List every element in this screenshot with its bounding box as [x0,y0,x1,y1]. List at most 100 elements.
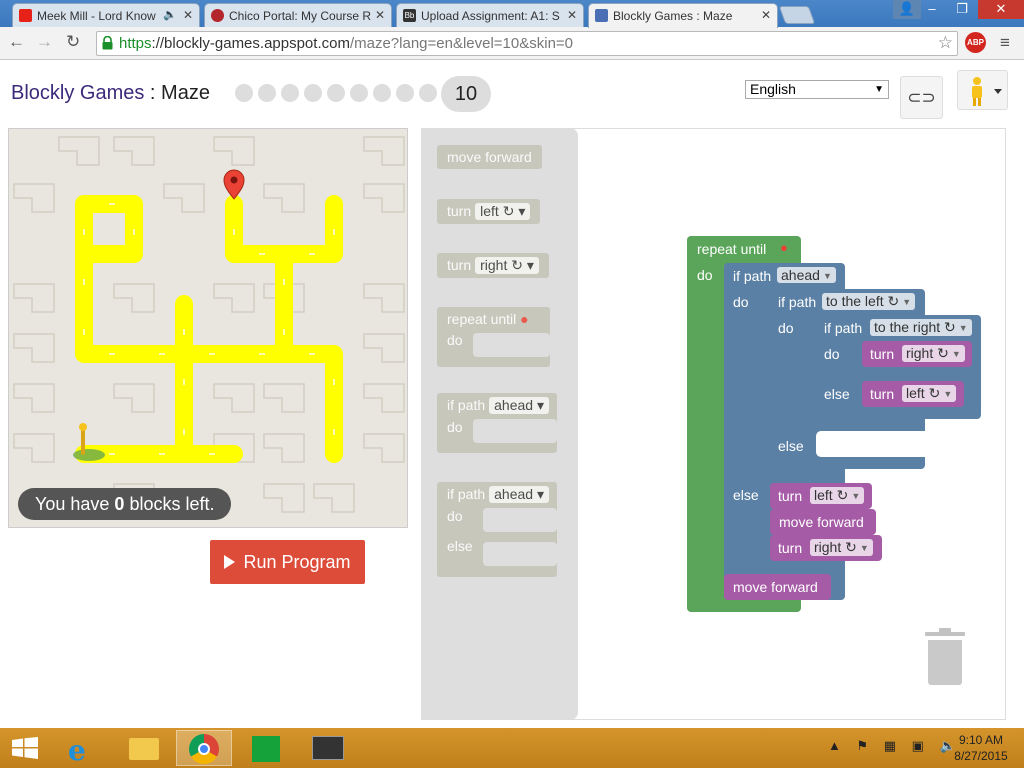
block-label: move forward [447,149,532,165]
adblock-icon[interactable]: ABP [965,32,986,53]
close-icon[interactable]: ✕ [183,8,193,22]
close-icon[interactable]: ✕ [375,8,385,22]
language-value: English [750,81,796,97]
path-dropdown[interactable]: to the right ↻ ▼ [870,319,972,336]
direction-dropdown[interactable]: left ↻ ▼ [902,385,957,402]
windows-store-icon[interactable] [238,730,294,766]
block-label: else [447,538,473,554]
trash-icon[interactable] [925,628,965,686]
pegman-player-icon [73,423,105,461]
level-dot[interactable] [304,84,322,102]
back-arrow-icon[interactable]: ← [8,32,25,52]
level-dot[interactable] [396,84,414,102]
close-icon[interactable]: ✕ [761,8,771,22]
statement-slot [473,333,550,357]
direction-dropdown[interactable]: right ↻ ▼ [902,345,965,362]
windows-start-icon[interactable] [12,737,38,759]
address-bar[interactable]: https://blockly-games.appspot.com/maze?l… [96,31,958,56]
block-label: repeat until [697,241,767,257]
turn-left-block[interactable]: turn left ↻ ▼ [770,483,872,509]
block-label: do [778,320,794,336]
hamburger-menu-icon[interactable]: ≡ [1000,33,1010,53]
finish-marker-icon [223,169,245,200]
block-label: if path [778,294,817,310]
notice-prefix: You have [35,494,115,514]
block-label: repeat until [447,311,517,327]
run-program-label: Run Program [243,552,351,572]
tab-youtube[interactable]: Meek Mill - Lord Know 🔈 ✕ [12,3,200,27]
toolbox-if-else-block[interactable]: if path ahead ▾ do else [437,482,557,577]
level-dot[interactable] [281,84,299,102]
app-name-link[interactable]: Blockly Games [11,82,144,104]
turn-right-block[interactable]: turn right ↻ ▼ [770,535,882,561]
block-label: else [778,438,804,454]
file-explorer-icon[interactable] [116,730,172,766]
block-label: turn [870,346,895,362]
chrome-icon[interactable] [176,730,232,766]
turn-right-block[interactable]: turn right ↻ ▼ [862,341,972,367]
block-label: turn [778,540,803,556]
path-dropdown[interactable]: ahead ▼ [777,267,836,283]
link-button[interactable]: ⊂⊃ [900,76,943,119]
turn-left-block[interactable]: turn left ↻ ▼ [862,381,964,407]
level-dot[interactable] [258,84,276,102]
dropdown-value: right [906,345,934,361]
level-dot[interactable] [419,84,437,102]
tab-title: Blockly Games : Maze [613,9,733,23]
minimize-button[interactable]: – [918,0,946,19]
blocks-remaining-notice: You have 0 blocks left. [18,488,232,520]
tab-chico-portal[interactable]: Chico Portal: My Course R ✕ [204,3,392,27]
close-window-button[interactable]: ✕ [978,0,1024,19]
reload-icon[interactable]: ↻ [66,32,80,52]
close-icon[interactable]: ✕ [567,8,577,22]
marker-icon: ● [520,311,529,327]
speaker-icon[interactable]: 🔈 [163,8,177,21]
new-tab-button[interactable] [778,6,816,24]
level-dot[interactable] [373,84,391,102]
level-dot[interactable] [235,84,253,102]
pegman-button[interactable] [957,70,1008,110]
toolbox-turn-right-block[interactable]: turn right ↻ ▾ [437,253,549,278]
direction-dropdown[interactable]: right ↻ ▾ [475,257,539,274]
tab-title: Chico Portal: My Course R [229,9,372,23]
taskbar-clock[interactable]: 9:10 AM 8/27/2015 [950,732,1012,764]
toolbox-repeat-until-block[interactable]: repeat until ● do [437,307,550,367]
statement-slot [816,431,925,457]
internet-explorer-icon[interactable]: e [56,730,112,767]
tab-blockly-games[interactable]: Blockly Games : Maze ✕ [588,3,778,28]
toolbox-if-path-block[interactable]: if path ahead ▾ do [437,393,557,453]
block-label: do [824,346,840,362]
path-dropdown[interactable]: ahead ▾ [489,486,549,503]
dropdown-value: right [814,539,842,555]
path-dropdown[interactable]: ahead ▾ [489,397,549,414]
move-forward-block[interactable]: move forward [770,509,876,535]
toolbox-turn-left-block[interactable]: turn left ↻ ▾ [437,199,541,224]
maximize-button[interactable]: ❐ [948,0,976,19]
dropdown-value: to the left [826,293,884,309]
dropdown-value: right [480,257,508,273]
windows-taskbar: e ▲ ⚑ ▦ ▣ 🔈 9:10 AM 8/27/2015 [0,728,1024,768]
dropdown-value: ahead [494,397,534,413]
direction-dropdown[interactable]: left ↻ ▾ [475,203,531,220]
toolbox-move-forward-block[interactable]: move forward [437,145,542,169]
level-dot[interactable] [350,84,368,102]
direction-dropdown[interactable]: left ↻ ▼ [810,487,865,504]
forward-arrow-icon[interactable]: → [36,32,53,52]
play-icon [224,555,236,569]
system-tray[interactable]: ▲ ⚑ ▦ ▣ 🔈 [828,738,962,754]
user-icon[interactable]: 👤 [893,0,921,19]
tab-upload-assignment[interactable]: Bb Upload Assignment: A1: S ✕ [396,3,584,27]
bookmark-star-icon[interactable]: ☆ [938,33,953,53]
path-dropdown[interactable]: to the left ↻ ▼ [822,293,916,310]
level-dot[interactable] [327,84,345,102]
run-program-button[interactable]: Run Program [210,540,365,584]
tab-strip: Meek Mill - Lord Know 🔈 ✕ Chico Portal: … [0,0,1024,28]
block-label: do [697,267,713,283]
current-level-badge: 10 [441,76,491,112]
block-label: turn [447,203,472,219]
move-forward-block[interactable]: move forward [724,574,831,600]
direction-dropdown[interactable]: right ↻ ▼ [810,539,873,556]
language-select[interactable]: English ▼ [745,80,889,99]
dropdown-value: to the right [874,319,941,335]
terminal-app-icon[interactable] [300,730,356,766]
